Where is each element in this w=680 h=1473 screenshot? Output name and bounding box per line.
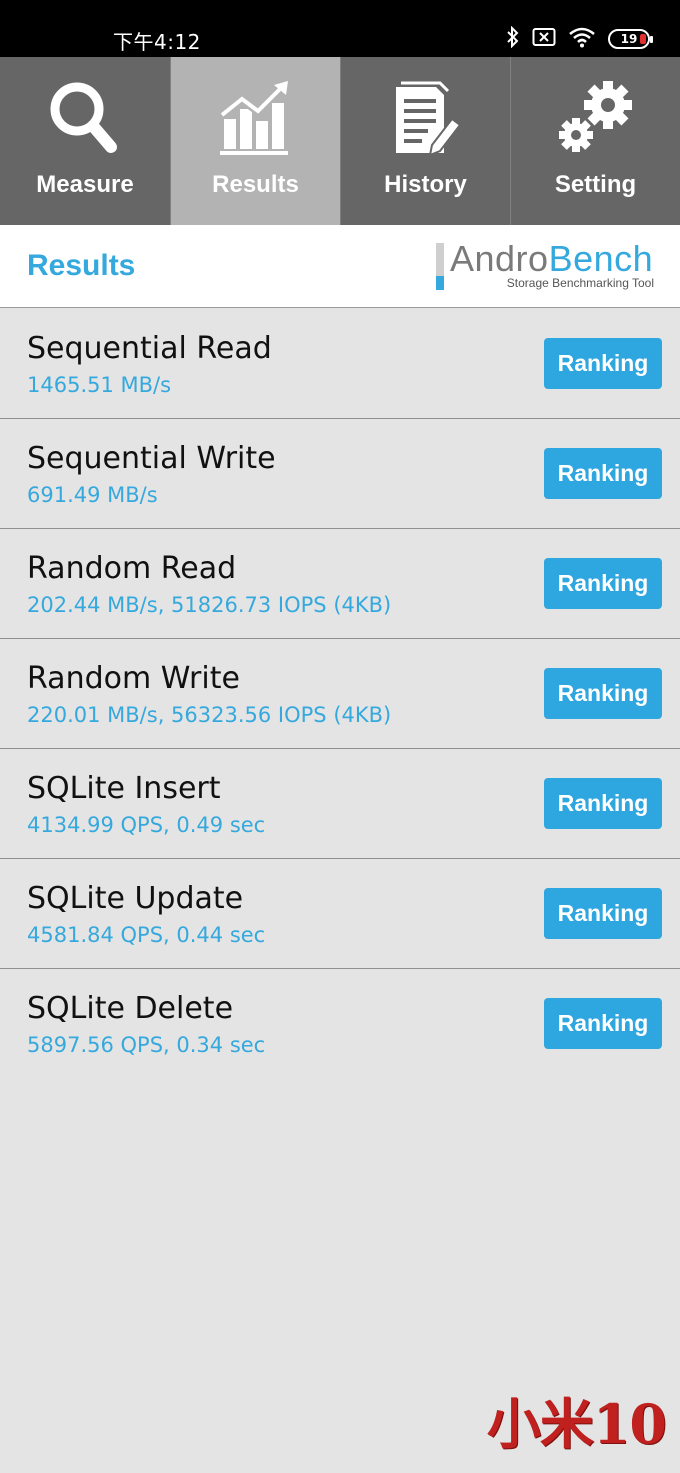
tab-history-label: History	[384, 171, 467, 198]
no-sim-icon	[532, 27, 556, 51]
ranking-button[interactable]: Ranking	[544, 448, 662, 499]
battery-icon: 19	[608, 29, 653, 49]
ranking-button[interactable]: Ranking	[544, 338, 662, 389]
result-row-random-write: Random Write 220.01 MB/s, 56323.56 IOPS …	[0, 639, 680, 749]
tab-history[interactable]: History	[340, 57, 510, 225]
tab-measure[interactable]: Measure	[0, 57, 170, 225]
result-name: SQLite Insert	[27, 771, 221, 806]
results-list: Sequential Read 1465.51 MB/s Ranking Seq…	[0, 309, 680, 1079]
result-row-sqlite-insert: SQLite Insert 4134.99 QPS, 0.49 sec Rank…	[0, 749, 680, 859]
device-watermark: 小米10	[486, 1392, 667, 1456]
logo-bench: Bench	[548, 238, 654, 279]
battery-level: 19	[620, 32, 638, 46]
tab-setting-label: Setting	[554, 171, 637, 198]
logo-bar-icon	[436, 243, 444, 290]
result-row-random-read: Random Read 202.44 MB/s, 51826.73 IOPS (…	[0, 529, 680, 639]
chart-icon	[218, 81, 288, 155]
result-name: SQLite Delete	[27, 991, 234, 1026]
result-row-sqlite-delete: SQLite Delete 5897.56 QPS, 0.34 sec Rank…	[0, 969, 680, 1079]
result-value: 202.44 MB/s, 51826.73 IOPS (4KB)	[27, 593, 392, 617]
result-row-sequential-write: Sequential Write 691.49 MB/s Ranking	[0, 419, 680, 529]
androbench-logo: AndroBench Storage Benchmarking Tool	[436, 238, 658, 296]
result-name: Random Read	[27, 551, 237, 586]
result-value: 5897.56 QPS, 0.34 sec	[27, 1033, 266, 1057]
logo-name: AndroBench	[450, 238, 653, 280]
result-row-sqlite-update: SQLite Update 4581.84 QPS, 0.44 sec Rank…	[0, 859, 680, 969]
result-value: 4581.84 QPS, 0.44 sec	[27, 923, 266, 947]
ranking-button[interactable]: Ranking	[544, 668, 662, 719]
ranking-button[interactable]: Ranking	[544, 558, 662, 609]
page-title: Results	[27, 249, 136, 282]
battery-low-indicator	[640, 34, 646, 44]
tab-bar: Measure Results History Setting	[0, 57, 680, 225]
result-value: 4134.99 QPS, 0.49 sec	[27, 813, 266, 837]
logo-andro: Andro	[450, 238, 549, 279]
tab-results[interactable]: Results	[170, 57, 340, 225]
result-value: 1465.51 MB/s	[27, 373, 172, 397]
result-row-sequential-read: Sequential Read 1465.51 MB/s Ranking	[0, 309, 680, 419]
ranking-button[interactable]: Ranking	[544, 998, 662, 1049]
gears-icon	[558, 81, 632, 152]
status-time: 下午4:12	[113, 30, 201, 54]
status-icons: 19	[506, 25, 653, 52]
document-icon	[395, 81, 461, 157]
wifi-icon	[568, 26, 596, 52]
ranking-button[interactable]: Ranking	[544, 888, 662, 939]
status-bar: 下午4:12 19	[0, 0, 680, 57]
result-value: 220.01 MB/s, 56323.56 IOPS (4KB)	[27, 703, 392, 727]
tab-results-label: Results	[212, 171, 299, 198]
result-value: 691.49 MB/s	[27, 483, 158, 507]
magnifier-icon	[50, 82, 117, 153]
tab-setting[interactable]: Setting	[510, 57, 680, 225]
result-name: Random Write	[27, 661, 240, 696]
result-name: SQLite Update	[27, 881, 244, 916]
results-header: Results AndroBench Storage Benchmarking …	[0, 225, 680, 308]
result-name: Sequential Write	[27, 441, 276, 476]
bluetooth-icon	[506, 25, 520, 52]
logo-tagline: Storage Benchmarking Tool	[506, 276, 654, 290]
result-name: Sequential Read	[27, 331, 272, 366]
tab-measure-label: Measure	[36, 171, 134, 198]
ranking-button[interactable]: Ranking	[544, 778, 662, 829]
